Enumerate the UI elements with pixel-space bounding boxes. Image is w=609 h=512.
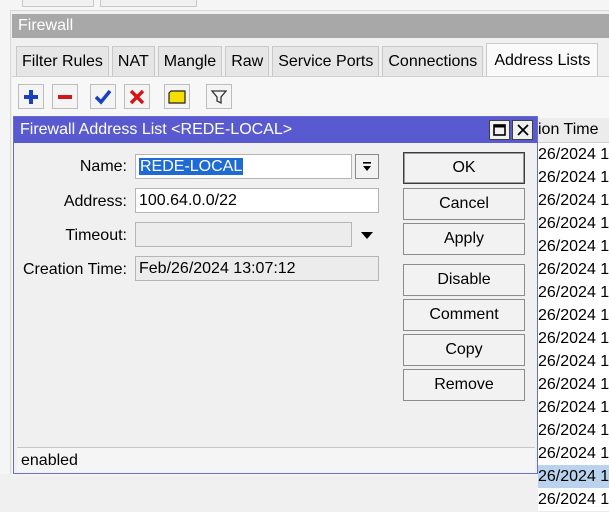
comment-toolbar-button[interactable] (164, 84, 190, 109)
note-icon (168, 89, 186, 104)
cancel-button[interactable]: Cancel (403, 188, 525, 220)
left-edge (0, 10, 11, 474)
tab-mangle[interactable]: Mangle (157, 46, 223, 76)
ok-button[interactable]: OK (403, 152, 525, 184)
column-header-creation-time[interactable]: ion Time (538, 118, 609, 143)
timeout-field[interactable] (135, 222, 352, 247)
name-value: REDE-LOCAL (139, 158, 244, 175)
timeout-label: Timeout: (65, 227, 127, 244)
creation-time-label: Creation Time: (22, 261, 127, 278)
tab-address-lists[interactable]: Address Lists (486, 43, 599, 76)
tab-filter-rules[interactable]: Filter Rules (16, 46, 109, 76)
tab-service-ports[interactable]: Service Ports (272, 46, 380, 76)
dialog-title: Firewall Address List <REDE-LOCAL> (14, 117, 537, 143)
name-field[interactable]: REDE-LOCAL (135, 154, 352, 179)
filter-button[interactable] (206, 84, 232, 109)
check-icon (94, 89, 112, 105)
table-row-creation-time[interactable]: 26/2024 13 (538, 281, 609, 305)
top-strip-segment (22, 0, 94, 7)
tab-raw[interactable]: Raw (225, 46, 270, 76)
table-row-creation-time[interactable]: 26/2024 13 (538, 143, 609, 167)
table-row-creation-time[interactable]: 26/2024 13 (538, 442, 609, 466)
remove-toolbar-button[interactable] (52, 84, 78, 109)
apply-button[interactable]: Apply (403, 223, 525, 255)
enable-button[interactable] (90, 84, 116, 109)
status-bar: enabled (17, 447, 535, 473)
disable-button[interactable]: Disable (403, 264, 525, 296)
comment-button[interactable]: Comment (403, 299, 525, 331)
plus-icon (24, 89, 38, 104)
table-row-creation-time[interactable]: 26/2024 13 (538, 235, 609, 259)
remove-button[interactable]: Remove (403, 369, 525, 401)
top-strip (0, 0, 609, 11)
table-row-creation-time[interactable]: 26/2024 13 (538, 488, 609, 512)
dropdown-arrow-icon (363, 161, 371, 171)
maximize-icon (493, 124, 506, 136)
timeout-dropdown-button[interactable] (355, 222, 379, 247)
close-icon (516, 124, 529, 136)
address-field[interactable]: 100.64.0.0/22 (135, 188, 379, 213)
table-row-creation-time[interactable]: 26/2024 13 (538, 396, 609, 420)
table-row-creation-time[interactable]: 26/2024 13 (538, 304, 609, 328)
x-icon (129, 89, 145, 104)
copy-button[interactable]: Copy (403, 334, 525, 366)
chevron-down-icon (361, 231, 373, 239)
firewall-window-title: Firewall (12, 14, 609, 38)
minus-icon (58, 94, 72, 99)
table-row-creation-time[interactable]: 26/2024 13 (538, 327, 609, 351)
tab-connections[interactable]: Connections (382, 46, 484, 76)
table-row-creation-time[interactable]: 26/2024 13 (538, 166, 609, 190)
filter-icon (211, 89, 227, 104)
firewall-tabs: Filter Rules NAT Mangle Raw Service Port… (16, 43, 601, 76)
address-label: Address: (63, 193, 127, 210)
table-row-creation-time[interactable]: 26/2024 13 (538, 258, 609, 282)
table-row-creation-time[interactable]: 26/2024 13 (538, 189, 609, 213)
top-strip-segment (100, 0, 197, 7)
name-label: Name: (79, 158, 127, 175)
name-dropdown-button[interactable] (355, 154, 379, 179)
disable-toolbar-button[interactable] (124, 84, 150, 109)
maximize-button[interactable] (489, 120, 510, 140)
table-row-creation-time[interactable]: 26/2024 13 (538, 465, 609, 489)
table-row-creation-time[interactable]: 26/2024 13 (538, 373, 609, 397)
table-row-creation-time[interactable]: 26/2024 13 (538, 212, 609, 236)
close-button[interactable] (512, 120, 533, 140)
add-button[interactable] (18, 84, 44, 109)
table-row-creation-time[interactable]: 26/2024 13 (538, 419, 609, 443)
table-row-creation-time[interactable]: 26/2024 13 (538, 350, 609, 374)
address-list-dialog: Firewall Address List <REDE-LOCAL> Name:… (13, 116, 538, 474)
creation-time-field: Feb/26/2024 13:07:12 (135, 256, 379, 281)
tab-nat[interactable]: NAT (111, 46, 155, 76)
